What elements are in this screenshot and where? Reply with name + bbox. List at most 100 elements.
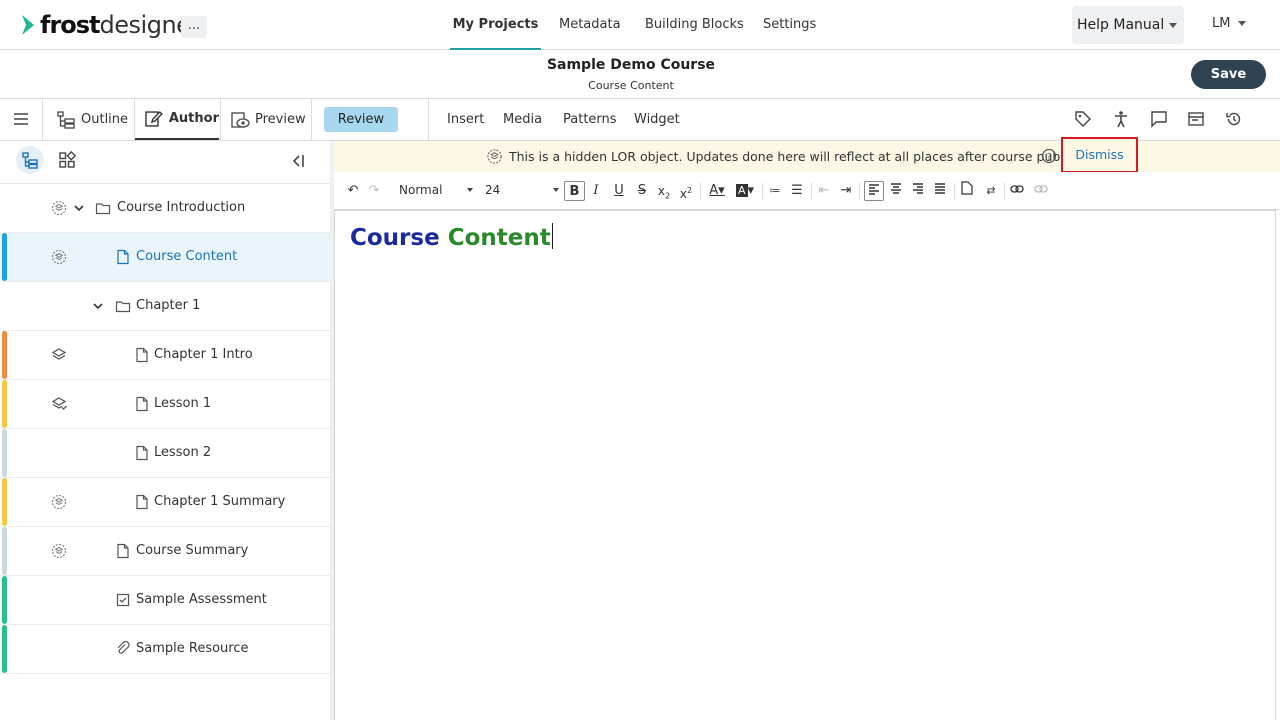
divider: [428, 99, 429, 140]
folder-icon: [95, 203, 111, 215]
align-left-icon[interactable]: [864, 181, 884, 201]
text-color-icon[interactable]: A▾: [705, 181, 729, 201]
hamburger-menu-icon[interactable]: [12, 110, 30, 128]
tree-item[interactable]: Lesson 1: [0, 380, 330, 429]
page-icon: [136, 494, 148, 510]
status-color-bar: [2, 380, 7, 428]
course-tree-panel: Course Introduction Course Content Chapter…: [0, 141, 330, 720]
italic-icon[interactable]: I: [587, 181, 605, 201]
review-button[interactable]: Review: [324, 107, 398, 132]
tree-item[interactable]: Chapter 1 Summary: [0, 478, 330, 527]
tree-item[interactable]: Course Summary: [0, 527, 330, 576]
status-color-bar: [2, 478, 7, 526]
unlink-icon[interactable]: [1032, 181, 1050, 201]
question-help-icon[interactable]: ?: [1041, 148, 1057, 164]
assessment-icon: [116, 593, 130, 607]
tree-item-label: Chapter 1 Intro: [154, 347, 253, 362]
divider: [700, 183, 701, 199]
outdent-icon[interactable]: ⇤: [815, 181, 833, 201]
underline-icon[interactable]: U: [610, 181, 628, 201]
insert-file-icon[interactable]: [958, 181, 976, 201]
nav-my-projects[interactable]: My Projects: [450, 0, 541, 50]
tree-view-button[interactable]: [16, 146, 44, 174]
heading-word-content: Content: [447, 225, 551, 251]
comment-icon[interactable]: [1150, 110, 1168, 128]
subscript-icon[interactable]: x2: [655, 181, 673, 201]
page-icon: [117, 249, 129, 265]
tree-item[interactable]: Sample Resource: [0, 625, 330, 674]
tab-outline[interactable]: Outline: [56, 99, 128, 140]
menu-media[interactable]: Media: [503, 99, 542, 140]
dismiss-button[interactable]: Dismiss: [1061, 137, 1138, 173]
layers-check-status-icon: [51, 397, 67, 410]
editor-canvas[interactable]: Course Content: [334, 210, 1276, 720]
more-menu-button[interactable]: ...: [181, 16, 207, 38]
undo-icon[interactable]: ↶: [344, 181, 362, 201]
collapse-panel-icon[interactable]: [290, 153, 306, 169]
numbered-list-icon[interactable]: ≔: [766, 181, 784, 201]
nav-settings[interactable]: Settings: [763, 0, 816, 50]
align-center-glyph: [891, 183, 901, 194]
tree-item[interactable]: Lesson 2: [0, 429, 330, 478]
bold-icon[interactable]: B: [564, 181, 585, 201]
status-color-bar: [2, 625, 7, 673]
page-icon: [136, 445, 148, 461]
hidden-status-icon: [51, 494, 67, 510]
top-navbar: frost designer ... My Projects Metadata B…: [0, 0, 1280, 50]
tree-item[interactable]: Chapter 1 Intro: [0, 331, 330, 380]
align-right-icon[interactable]: [909, 181, 927, 201]
font-size-select[interactable]: 24: [485, 180, 559, 200]
superscript-icon[interactable]: x2: [677, 181, 695, 201]
block-style-select[interactable]: Normal: [399, 180, 473, 200]
indent-icon[interactable]: ⇥: [837, 181, 855, 201]
menu-patterns[interactable]: Patterns: [563, 99, 617, 140]
tab-author-label: Author: [168, 111, 219, 126]
tab-author[interactable]: Author: [135, 99, 219, 140]
nav-metadata[interactable]: Metadata: [559, 0, 621, 50]
highlight-color-icon[interactable]: A ▾: [733, 181, 757, 201]
tree-item-label: Chapter 1: [136, 298, 201, 313]
tree-item[interactable]: Course Content: [0, 233, 330, 282]
strikethrough-icon[interactable]: S: [633, 181, 651, 201]
status-color-bar: [2, 527, 7, 575]
tab-preview[interactable]: Preview: [230, 99, 306, 140]
user-menu[interactable]: LM: [1212, 16, 1247, 31]
heading-word-course: Course: [350, 225, 440, 251]
tag-icon[interactable]: [1074, 110, 1092, 128]
chevron-down-icon: [1238, 21, 1247, 26]
hidden-object-icon: [487, 149, 502, 164]
link-icon[interactable]: [1008, 181, 1026, 201]
tree-item[interactable]: Chapter 1: [0, 282, 330, 331]
help-manual-dropdown[interactable]: Help Manual: [1072, 6, 1184, 44]
divider: [1004, 183, 1005, 199]
tree-item[interactable]: Sample Assessment: [0, 576, 330, 625]
divider: [220, 99, 221, 140]
align-justify-icon[interactable]: [931, 181, 949, 201]
hidden-status-icon: [51, 249, 67, 265]
chevron-down-icon[interactable]: [73, 202, 85, 214]
panel-icon[interactable]: [1187, 110, 1205, 128]
frost-designer-logo[interactable]: frost designer: [20, 11, 200, 39]
tree-item-label: Chapter 1 Summary: [154, 494, 286, 509]
tree-item-label: Sample Resource: [136, 641, 249, 656]
chevron-down-icon[interactable]: [92, 300, 104, 312]
find-replace-icon[interactable]: ⇄: [981, 181, 1001, 201]
tree-item[interactable]: Course Introduction: [0, 184, 330, 233]
align-right-glyph: [913, 183, 923, 194]
align-center-icon[interactable]: [887, 181, 905, 201]
grid-view-button[interactable]: [53, 146, 81, 174]
accessibility-icon[interactable]: [1112, 110, 1130, 128]
save-button[interactable]: Save: [1191, 60, 1266, 89]
status-color-bar: [2, 576, 7, 624]
tree-item-label: Course Summary: [136, 543, 249, 558]
menu-insert[interactable]: Insert: [447, 99, 484, 140]
history-icon[interactable]: [1225, 110, 1243, 128]
menu-widget[interactable]: Widget: [634, 99, 680, 140]
nav-building-blocks[interactable]: Building Blocks: [645, 0, 744, 50]
content-heading[interactable]: Course Content: [350, 223, 553, 251]
divider: [811, 183, 812, 199]
author-toolbar: Outline Author Preview Review Insert Med…: [0, 99, 1280, 141]
redo-icon[interactable]: ↷: [365, 181, 383, 201]
block-style-value: Normal: [399, 183, 443, 197]
bullet-list-icon[interactable]: ☰: [788, 181, 806, 201]
